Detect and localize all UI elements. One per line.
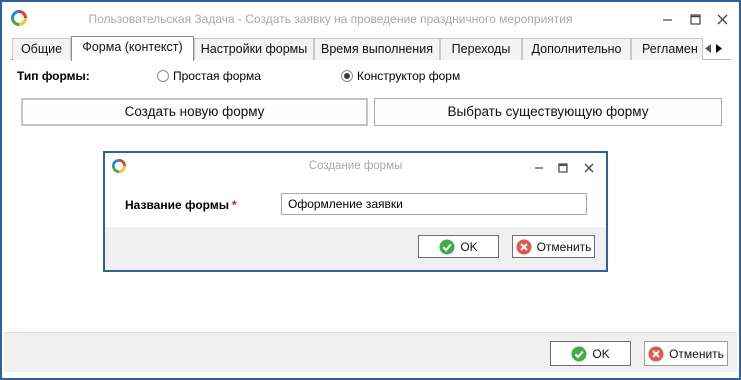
choose-existing-form-button[interactable]: Выбрать существующую форму: [374, 98, 722, 126]
tab-form-settings[interactable]: Настройки формы: [194, 38, 314, 60]
minimize-icon: [662, 18, 672, 21]
dialog-maximize-button[interactable]: [553, 159, 573, 177]
close-icon: [717, 14, 727, 24]
tab-bar: Общие Форма (контекст) Настройки формы В…: [10, 36, 731, 61]
check-icon: [439, 239, 455, 254]
window-title: Пользовательская Задача - Создать заявку…: [88, 12, 573, 26]
minimize-button[interactable]: [654, 8, 680, 30]
maximize-button[interactable]: [682, 8, 708, 30]
radio-circle[interactable]: [157, 70, 169, 82]
minimize-icon: [535, 167, 543, 169]
tab-execution-time[interactable]: Время выполнения: [314, 38, 440, 60]
maximize-icon: [689, 13, 701, 25]
dialog-minimize-button[interactable]: [529, 159, 549, 177]
radio-label: Простая форма: [173, 69, 261, 83]
ok-label: OK: [592, 346, 610, 361]
required-mark: *: [231, 198, 237, 212]
form-name-label: Название формы *: [125, 198, 237, 212]
tab-general[interactable]: Общие: [12, 38, 71, 60]
titlebar: Пользовательская Задача - Создать заявку…: [2, 2, 739, 34]
form-name-label-text: Название формы: [125, 198, 229, 212]
dialog-ok-button[interactable]: OK: [418, 235, 499, 258]
check-icon: [571, 346, 587, 361]
tab-scroll-right[interactable]: [714, 41, 724, 55]
close-button[interactable]: [709, 8, 735, 30]
cancel-button[interactable]: Отменить: [644, 341, 728, 366]
triangle-left-icon: [705, 43, 711, 53]
form-name-input[interactable]: [281, 193, 587, 215]
ok-button[interactable]: OK: [550, 341, 631, 366]
dialog-cancel-button[interactable]: Отменить: [512, 235, 595, 258]
radio-label: Конструктор форм: [357, 69, 461, 83]
dialog-footer: OK Отменить: [105, 227, 606, 270]
dialog-ok-label: OK: [460, 239, 478, 254]
radio-circle-checked[interactable]: [341, 70, 353, 82]
tab-transitions[interactable]: Переходы: [440, 38, 522, 60]
maximize-icon: [558, 163, 568, 173]
tab-additional[interactable]: Дополнительно: [522, 38, 631, 60]
cancel-label: Отменить: [669, 346, 724, 361]
tab-scroll-left[interactable]: [703, 41, 713, 55]
form-type-label: Тип формы:: [17, 69, 90, 83]
tab-form-context[interactable]: Форма (контекст): [71, 36, 194, 61]
close-icon: [584, 163, 594, 173]
create-new-form-button[interactable]: Создать новую форму: [21, 98, 368, 126]
cancel-icon: [516, 239, 532, 254]
radio-form-constructor[interactable]: Конструктор форм: [341, 69, 460, 83]
radio-simple-form[interactable]: Простая форма: [157, 69, 261, 83]
tab-regulations[interactable]: Регламен: [631, 38, 703, 60]
main-footer: OK Отменить: [4, 332, 737, 372]
dialog-cancel-label: Отменить: [536, 239, 592, 254]
cancel-icon: [648, 346, 664, 361]
app-logo-icon: [11, 10, 27, 26]
triangle-right-icon: [716, 43, 722, 53]
dialog-close-button[interactable]: [579, 159, 599, 177]
create-form-dialog: Создание формы Название формы* OK Отмени…: [103, 151, 608, 272]
